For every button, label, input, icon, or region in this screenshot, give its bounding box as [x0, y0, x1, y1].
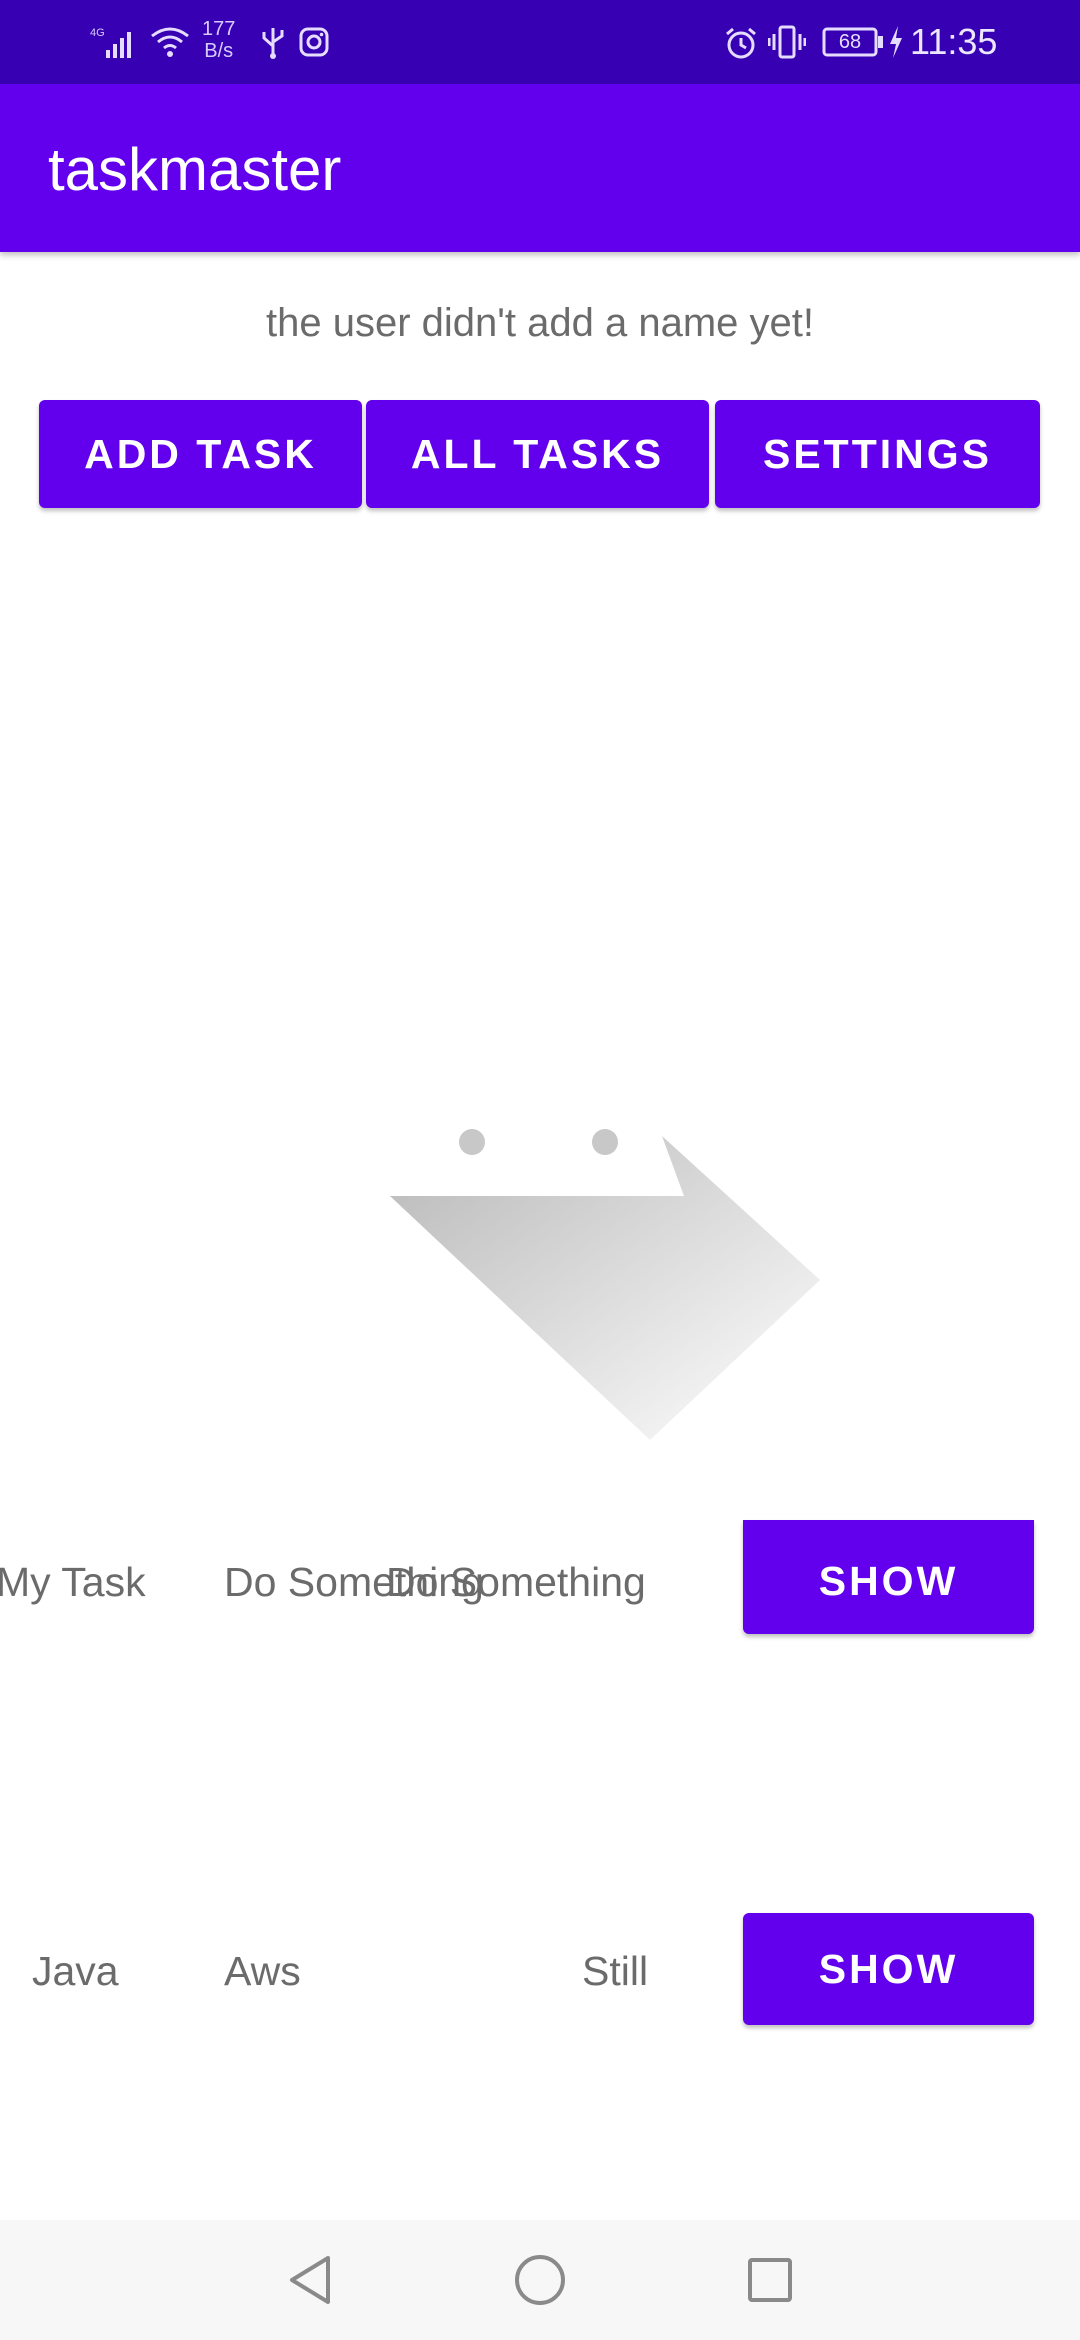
network-speed-unit: B/s — [204, 40, 234, 62]
add-task-button[interactable]: ADD TASK — [39, 400, 362, 508]
task-state: Do Something — [386, 1559, 646, 1605]
all-tasks-button[interactable]: ALL TASKS — [366, 400, 709, 508]
wifi-icon — [151, 27, 189, 57]
charging-icon — [890, 26, 902, 58]
network-speed-value: 177 — [202, 18, 236, 40]
recents-icon[interactable] — [740, 2250, 800, 2310]
empty-state-illustration — [390, 1129, 820, 1440]
username-text: the user didn't add a name yet! — [266, 301, 814, 345]
task-body: Aws — [224, 1948, 301, 1994]
navigation-bar — [0, 2220, 1080, 2340]
vibrate-icon — [768, 25, 806, 59]
show-task-button[interactable]: SHOW — [743, 1520, 1034, 1634]
alarm-icon — [726, 27, 756, 59]
network-speed: 177 B/s — [202, 18, 235, 62]
show-task-button[interactable]: SHOW — [743, 1913, 1034, 2025]
usb-icon — [262, 28, 284, 59]
battery-level: 68 — [838, 31, 862, 53]
status-time: 11:35 — [910, 21, 998, 62]
app-bar: taskmaster — [0, 84, 1080, 252]
svg-text:4G: 4G — [90, 27, 105, 39]
task-title: Java — [32, 1948, 119, 1994]
status-bar: 4G 177 B/s 68 11:35 — [0, 0, 1080, 84]
home-icon[interactable] — [510, 2250, 570, 2310]
back-icon[interactable] — [280, 2250, 340, 2310]
signal-icon: 4G — [90, 27, 131, 58]
battery-icon: 68 — [822, 26, 886, 58]
instagram-icon — [299, 27, 329, 57]
task-title: My Task — [0, 1559, 146, 1605]
task-state: Still — [582, 1948, 649, 1994]
app-title: taskmaster — [48, 136, 342, 203]
settings-button[interactable]: SETTINGS — [715, 400, 1040, 508]
